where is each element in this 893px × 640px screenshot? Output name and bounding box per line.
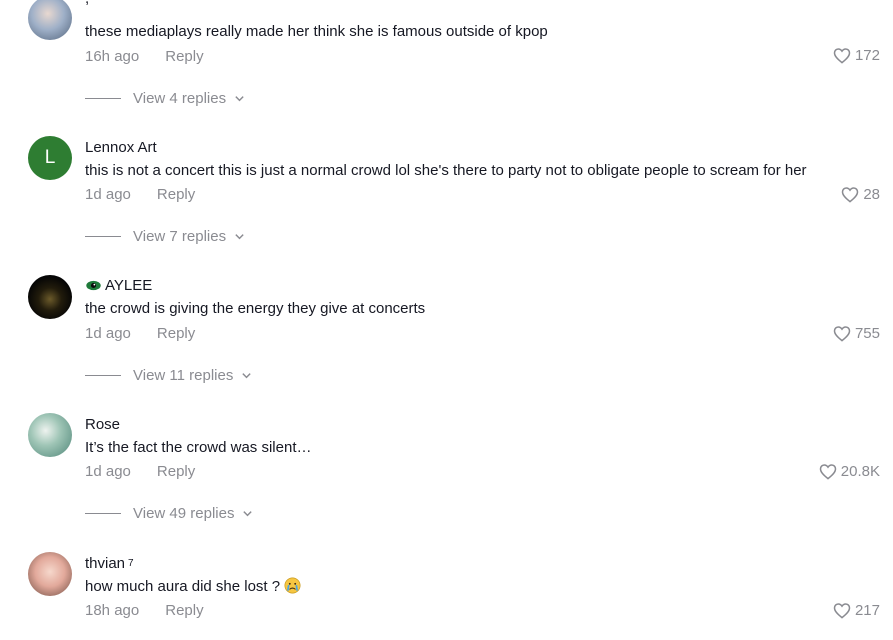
comment-text: how much aura did she lost ? bbox=[85, 577, 301, 595]
comment-time: 18h ago bbox=[85, 602, 140, 619]
avatar[interactable]: L bbox=[28, 136, 72, 180]
divider bbox=[85, 375, 121, 376]
heart-outline-icon bbox=[833, 326, 851, 342]
view-replies-button[interactable]: View 7 replies bbox=[85, 228, 245, 245]
comment-meta: 16h ago Reply bbox=[85, 48, 204, 65]
like-button[interactable]: 28 bbox=[841, 186, 880, 203]
view-replies-label: View 49 replies bbox=[133, 505, 235, 522]
comment-time: 16h ago bbox=[85, 48, 140, 65]
view-replies-label: View 7 replies bbox=[133, 228, 227, 245]
like-button[interactable]: 20.8K bbox=[819, 463, 880, 480]
heart-outline-icon bbox=[833, 603, 851, 619]
username-superscript: 7 bbox=[128, 558, 134, 569]
divider bbox=[85, 236, 121, 237]
like-button[interactable]: 217 bbox=[833, 602, 880, 619]
comment-time: 1d ago bbox=[85, 325, 131, 342]
like-count: 20.8K bbox=[840, 463, 880, 480]
reply-button[interactable]: Reply bbox=[165, 48, 203, 65]
like-count: 172 bbox=[854, 47, 880, 64]
avatar[interactable] bbox=[28, 275, 72, 319]
chevron-down-icon bbox=[235, 234, 244, 240]
comment-username[interactable]: AYLEE bbox=[85, 277, 152, 294]
view-replies-button[interactable]: View 4 replies bbox=[85, 90, 245, 107]
reply-button[interactable]: Reply bbox=[157, 463, 195, 480]
chevron-down-icon bbox=[242, 373, 252, 379]
comment-text: these mediaplays really made her think s… bbox=[85, 23, 548, 40]
view-replies-label: View 11 replies bbox=[133, 367, 234, 384]
like-count: 217 bbox=[854, 602, 880, 619]
crying-face-emoji-icon bbox=[284, 577, 301, 594]
comment-time: 1d ago bbox=[85, 186, 131, 203]
chevron-down-icon bbox=[243, 511, 253, 517]
comment-username[interactable]: Lennox Art bbox=[85, 139, 157, 156]
comment-username[interactable]: , bbox=[85, 0, 89, 7]
avatar[interactable] bbox=[28, 0, 72, 40]
comment-username[interactable]: Rose bbox=[85, 416, 120, 433]
heart-outline-icon bbox=[819, 464, 837, 480]
chevron-down-icon bbox=[235, 96, 244, 102]
avatar[interactable] bbox=[28, 552, 72, 596]
comment-meta: 1d ago Reply bbox=[85, 186, 195, 203]
like-button[interactable]: 755 bbox=[833, 325, 880, 342]
comment-time: 1d ago bbox=[85, 463, 131, 480]
view-replies-label: View 4 replies bbox=[133, 90, 227, 107]
avatar[interactable] bbox=[28, 413, 72, 457]
avatar-letter: L bbox=[44, 147, 56, 168]
comment-text: this is not a concert this is just a nor… bbox=[85, 162, 807, 179]
like-count: 755 bbox=[854, 325, 880, 342]
green-eye-emoji-icon bbox=[86, 280, 101, 291]
comment-text: the crowd is giving the energy they give… bbox=[85, 300, 426, 317]
like-button[interactable]: 172 bbox=[833, 47, 880, 64]
comment-text: It’s the fact the crowd was silent… bbox=[85, 439, 312, 456]
reply-button[interactable]: Reply bbox=[165, 602, 203, 619]
comment-meta: 18h ago Reply bbox=[85, 602, 204, 619]
like-count: 28 bbox=[863, 186, 880, 203]
divider bbox=[85, 98, 121, 99]
heart-outline-icon bbox=[842, 187, 859, 203]
reply-button[interactable]: Reply bbox=[157, 186, 195, 203]
divider bbox=[85, 513, 121, 514]
comment-meta: 1d ago Reply bbox=[85, 325, 195, 342]
view-replies-button[interactable]: View 49 replies bbox=[85, 505, 253, 522]
reply-button[interactable]: Reply bbox=[157, 325, 195, 342]
heart-outline-icon bbox=[833, 48, 851, 64]
view-replies-button[interactable]: View 11 replies bbox=[85, 367, 252, 384]
comment-meta: 1d ago Reply bbox=[85, 463, 195, 480]
comment-username[interactable]: thvian 7 bbox=[85, 555, 134, 572]
